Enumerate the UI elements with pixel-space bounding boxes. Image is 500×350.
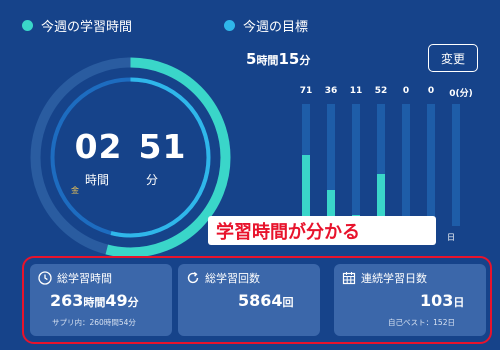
- daily-bar: 0: [421, 86, 441, 226]
- total-time-sub: サプリ内：260時間54分: [52, 318, 136, 327]
- total-time-card: 総学習時間 263時間49分 サプリ内：260時間54分: [30, 264, 172, 336]
- study-legend-dot: [22, 20, 33, 31]
- total-time-value: 263時間49分: [50, 291, 139, 310]
- streak-value: 103日: [420, 291, 465, 310]
- sunday-label: 日: [447, 233, 455, 242]
- goal-hours: 5: [246, 50, 257, 68]
- streak-sub: 自己ベスト：152日: [388, 318, 455, 327]
- total-count-card: 総学習回数 5864回: [178, 264, 320, 336]
- daily-bar: 52: [371, 86, 391, 226]
- legend-study-label: 今週の学習時間: [41, 20, 133, 35]
- streak-title: 連続学習日数: [342, 270, 478, 286]
- total-count-title: 総学習回数: [186, 270, 312, 286]
- daily-bar: 0(分): [446, 86, 476, 226]
- daily-bar: 11: [346, 86, 366, 226]
- clock-hours: 02: [74, 127, 123, 166]
- daily-bar: 0: [396, 86, 416, 226]
- weekday-marker: 金: [71, 186, 79, 195]
- change-goal-button[interactable]: 変更: [428, 44, 478, 72]
- clock-hour-unit: 時間: [85, 173, 110, 187]
- goal-legend-dot: [224, 20, 235, 31]
- clock-minute-unit: 分: [146, 173, 159, 187]
- daily-bar-value: 0: [427, 86, 435, 96]
- daily-bar: 71: [296, 86, 316, 226]
- weekly-goal-value: 5時間15分: [246, 50, 310, 68]
- total-count-value: 5864回: [238, 291, 294, 310]
- clock-minutes: 51: [138, 127, 187, 166]
- study-time-banner: 学習時間が分かる: [208, 216, 436, 245]
- calendar-icon: [342, 272, 356, 285]
- daily-bar-value: 0: [402, 86, 410, 96]
- total-time-title: 総学習時間: [38, 270, 164, 286]
- goal-hour-unit: 時間: [256, 54, 279, 67]
- study-clock: 02 51 時間 分: [28, 127, 233, 187]
- clock-icon: [38, 271, 52, 285]
- daily-bar-value: 71: [299, 86, 313, 96]
- legend-goal-label: 今週の目標: [243, 20, 309, 35]
- streak-card: 連続学習日数 103日 自己ベスト：152日: [334, 264, 486, 336]
- goal-minute-unit: 分: [299, 54, 311, 67]
- weekly-time-ring: 02 51 時間 分 金: [28, 55, 233, 260]
- daily-unit-label: (分): [455, 89, 473, 99]
- daily-bar-value: 11: [349, 86, 363, 96]
- daily-bar-value: 36: [324, 86, 338, 96]
- legend-goal: 今週の目標: [224, 16, 308, 35]
- goal-minutes: 15: [278, 50, 300, 68]
- refresh-icon: [187, 272, 199, 284]
- daily-bar: 36: [321, 86, 341, 226]
- daily-bar-value: 0(分): [449, 89, 473, 99]
- stats-panel: 総学習時間 263時間49分 サプリ内：260時間54分 総学習回数 5864回…: [22, 256, 492, 344]
- daily-bar-value: 52: [374, 86, 388, 96]
- legend-study: 今週の学習時間: [22, 16, 132, 35]
